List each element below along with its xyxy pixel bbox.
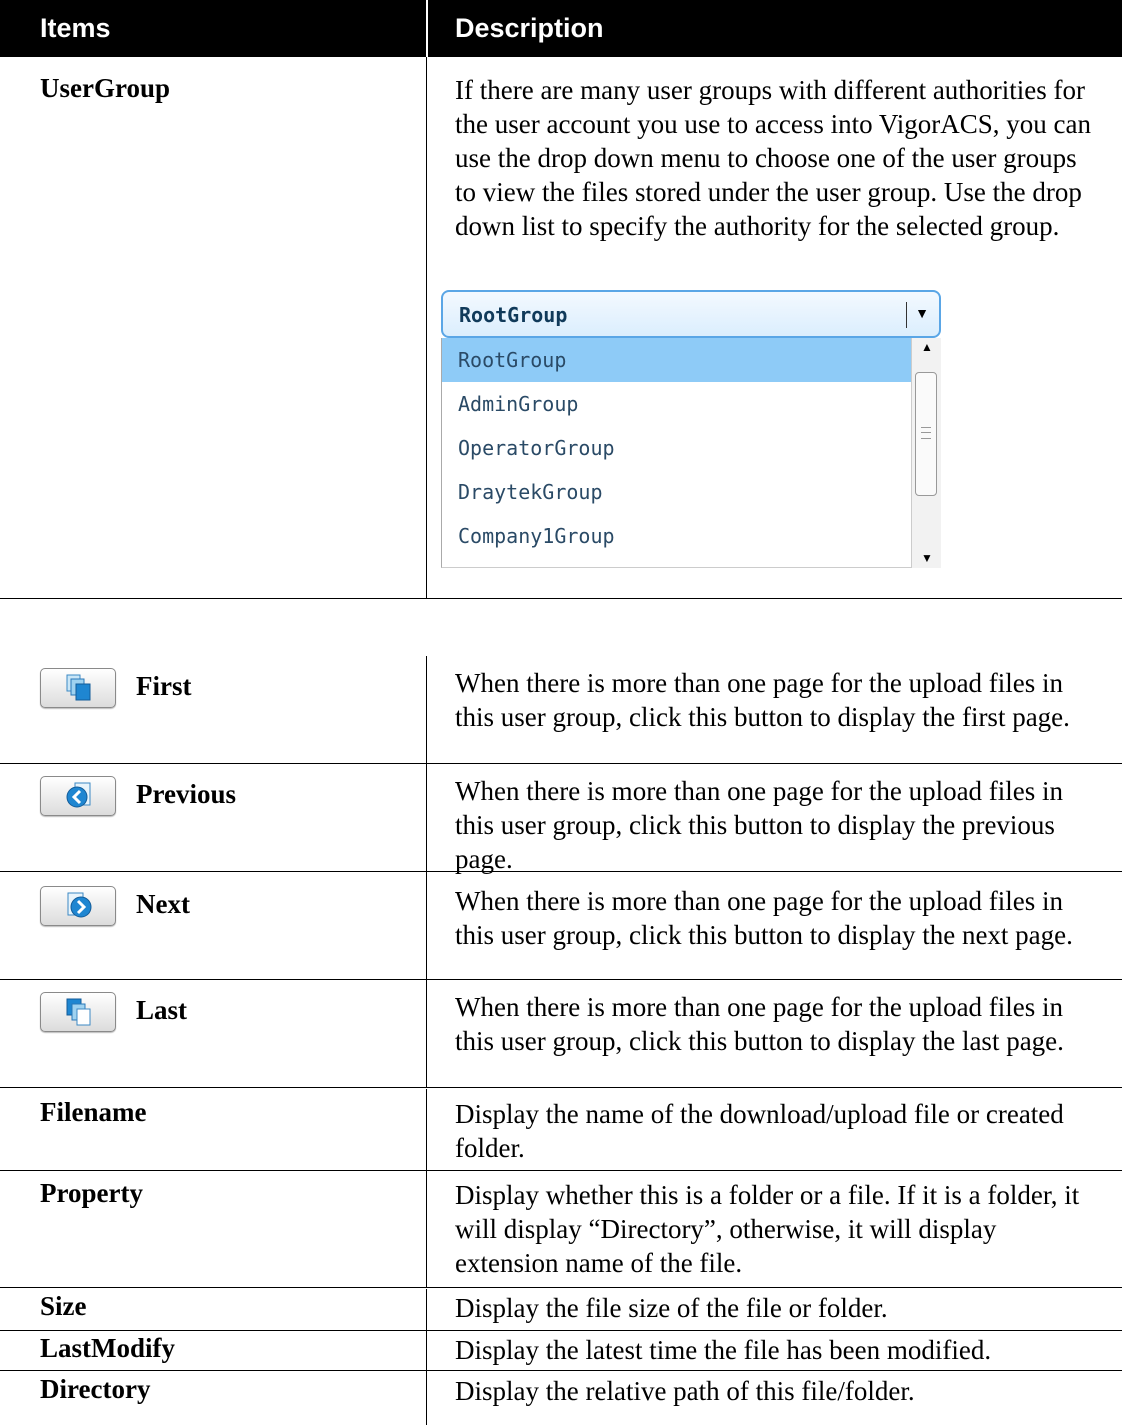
last-button[interactable] (40, 992, 116, 1032)
scrollbar-thumb[interactable] (915, 372, 937, 496)
grip-icon (921, 427, 931, 439)
description-previous: When there is more than one page for the… (455, 776, 1064, 874)
dropdown-selected-value: RootGroup (459, 303, 568, 327)
dropdown-options-list: RootGroup AdminGroup OperatorGroup Drayt… (441, 338, 941, 568)
table-row-previous: Previous When there is more than one pag… (0, 764, 1122, 874)
dropdown-select[interactable]: RootGroup ▼ (441, 290, 941, 338)
item-first: First (136, 671, 192, 701)
table-row-next: Next When there is more than one page fo… (0, 872, 1122, 980)
description-first: When there is more than one page for the… (455, 668, 1070, 732)
column-divider (426, 980, 427, 1087)
header-items: Items (40, 13, 111, 43)
previous-page-icon (66, 782, 91, 808)
table-row-size: Size Display the file size of the file or… (0, 1289, 1122, 1331)
header-description: Description (455, 13, 604, 43)
column-divider (426, 1170, 427, 1287)
table-row-last: Last When there is more than one page fo… (0, 980, 1122, 1088)
column-divider (426, 1331, 427, 1370)
dropdown-option[interactable]: RootGroup (442, 338, 912, 382)
description-size: Display the file size of the file or fol… (455, 1293, 888, 1323)
item-size: Size (40, 1291, 87, 1321)
dropdown-option[interactable]: Company1Group (442, 514, 912, 558)
dropdown-option[interactable]: OperatorGroup (442, 426, 912, 470)
column-divider (426, 1370, 427, 1425)
dropdown-scrollbar[interactable]: ▲ ▼ (911, 338, 941, 568)
last-page-icon (66, 998, 91, 1026)
description-lastmodify: Display the latest time the file has bee… (455, 1335, 992, 1365)
table-row-property: Property Display whether this is a folder… (0, 1170, 1122, 1288)
column-divider (426, 1089, 427, 1170)
table-row-directory: Directory Display the relative path of th… (0, 1370, 1122, 1425)
dropdown-option[interactable]: DraytekGroup (442, 470, 912, 514)
previous-button[interactable] (40, 776, 116, 816)
item-last: Last (136, 995, 188, 1025)
item-lastmodify: LastModify (40, 1333, 175, 1363)
next-button[interactable] (40, 886, 116, 926)
column-divider (426, 764, 427, 871)
column-divider (426, 1289, 427, 1330)
table-row-lastmodify: LastModify Display the latest time the fi… (0, 1331, 1122, 1371)
column-divider (426, 57, 427, 598)
description-property: Display whether this is a folder or a fi… (455, 1180, 1080, 1278)
usergroup-dropdown[interactable]: RootGroup ▼ RootGroup AdminGroup Operato… (441, 290, 943, 570)
item-usergroup: UserGroup (40, 73, 171, 103)
scroll-down-icon[interactable]: ▼ (912, 551, 942, 566)
description-usergroup: If there are many user groups with diffe… (455, 75, 1091, 241)
scroll-up-icon[interactable]: ▲ (912, 340, 942, 355)
description-next: When there is more than one page for the… (455, 886, 1073, 950)
table-row-first: First When there is more than one page f… (0, 656, 1122, 764)
item-previous: Previous (136, 779, 236, 809)
item-property: Property (40, 1178, 143, 1208)
item-next: Next (136, 889, 190, 919)
description-last: When there is more than one page for the… (455, 992, 1064, 1056)
column-divider (426, 656, 427, 763)
first-button[interactable] (40, 668, 116, 708)
column-divider (426, 872, 427, 979)
table-row-filename: Filename Display the name of the downloa… (0, 1089, 1122, 1171)
table-header: Items Description (0, 0, 1122, 57)
item-directory: Directory (40, 1374, 151, 1404)
header-divider (426, 0, 428, 57)
first-page-icon (66, 674, 91, 701)
dropdown-option[interactable]: AdminGroup (442, 382, 912, 426)
description-filename: Display the name of the download/upload … (455, 1099, 1064, 1163)
next-page-icon (67, 892, 92, 918)
chevron-down-icon[interactable]: ▼ (915, 292, 929, 338)
description-directory: Display the relative path of this file/f… (455, 1376, 915, 1406)
item-filename: Filename (40, 1097, 147, 1127)
caret-separator (906, 302, 907, 328)
